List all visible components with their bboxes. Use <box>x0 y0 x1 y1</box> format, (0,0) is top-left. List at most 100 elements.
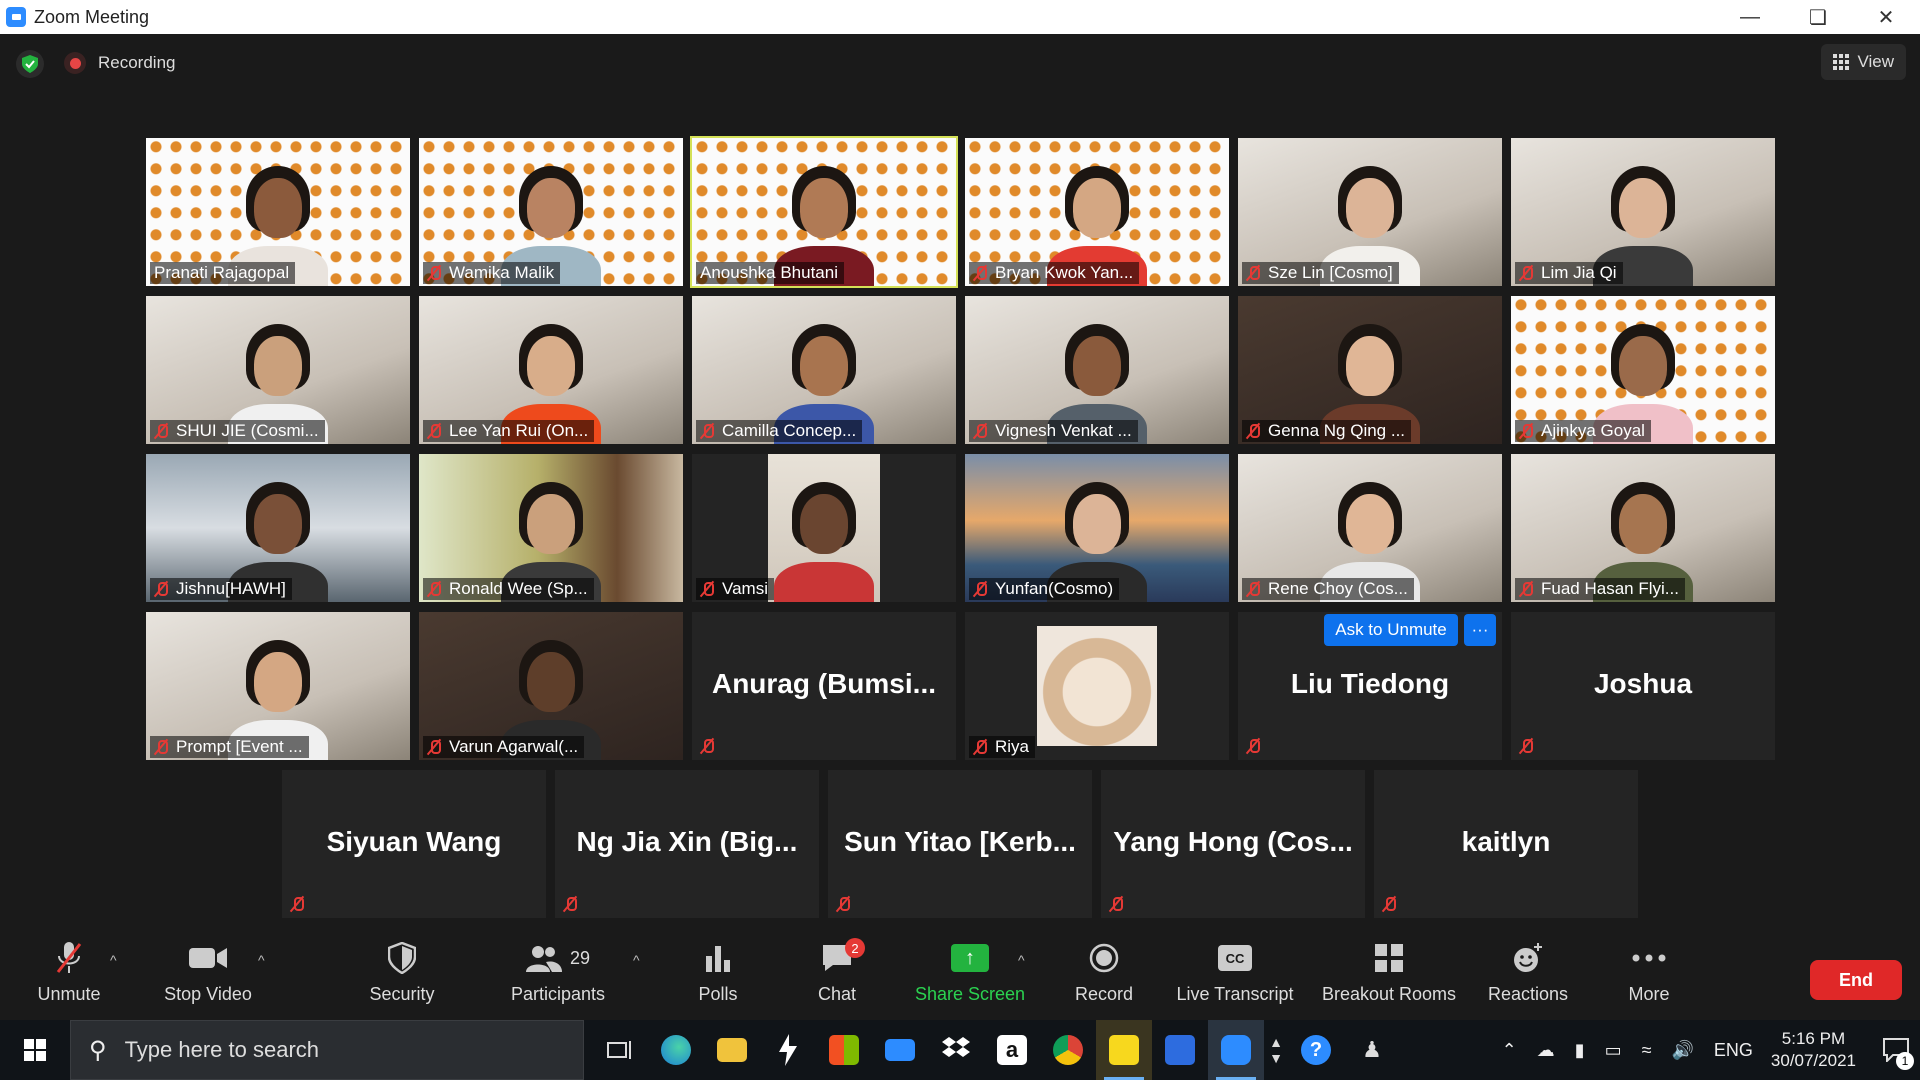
task-view-icon[interactable] <box>592 1020 648 1080</box>
security-shield-icon <box>388 936 416 980</box>
participant-face <box>800 494 848 554</box>
participant-face <box>1619 178 1667 238</box>
participant-video-tile[interactable]: Ronald Wee (Sp... <box>419 454 683 602</box>
share-options-caret-icon[interactable]: ^ <box>1018 952 1025 968</box>
wifi-icon[interactable]: ≈ <box>1642 1040 1652 1061</box>
help-icon[interactable]: ? <box>1288 1020 1344 1080</box>
participant-video-tile[interactable]: Lim Jia Qi <box>1511 138 1775 286</box>
participant-name: Jishnu[HAWH] <box>176 579 286 598</box>
show-hidden-icons-icon[interactable]: ⌃ <box>1502 1040 1517 1061</box>
participant-video-tile[interactable]: Wamika Malik <box>419 138 683 286</box>
dropbox-icon[interactable] <box>928 1020 984 1080</box>
participant-video-tile[interactable]: Yunfan(Cosmo) <box>965 454 1229 602</box>
chat-bubble-icon: 2 <box>821 936 865 980</box>
close-button[interactable]: ✕ <box>1852 0 1920 34</box>
taskbar-clock[interactable]: 5:16 PM 30/07/2021 <box>1771 1028 1856 1072</box>
file-explorer-icon[interactable] <box>704 1020 760 1080</box>
participant-name-label: Vignesh Venkat ... <box>969 420 1138 442</box>
participant-video-tile[interactable]: Lee Yan Rui (On... <box>419 296 683 444</box>
participant-name: Vamsi <box>722 579 768 598</box>
participant-name-tile[interactable]: Ng Jia Xin (Big... <box>555 770 819 918</box>
participant-video-tile[interactable]: Anoushka Bhutani <box>690 136 958 288</box>
microsoft-store-icon[interactable] <box>816 1020 872 1080</box>
participant-video-tile[interactable]: Varun Agarwal(... <box>419 612 683 760</box>
participant-name-label: SHUI JIE (Cosmi... <box>150 420 325 442</box>
start-button[interactable] <box>0 1020 70 1080</box>
participant-video-tile[interactable]: Vignesh Venkat ... <box>965 296 1229 444</box>
participant-video-tile[interactable]: Fuad Hasan Flyi... <box>1511 454 1775 602</box>
zoom-taskbar-icon[interactable] <box>1208 1020 1264 1080</box>
participant-video-tile[interactable]: Jishnu[HAWH] <box>146 454 410 602</box>
participant-name-tile[interactable]: Anurag (Bumsi... <box>692 612 956 760</box>
chat-button[interactable]: 2 Chat <box>812 936 865 1005</box>
participant-name-tile[interactable]: Yang Hong (Cos... <box>1101 770 1365 918</box>
volume-icon[interactable]: 🔊 <box>1671 1040 1693 1061</box>
participant-name: Ronald Wee (Sp... <box>449 579 588 598</box>
language-indicator[interactable]: ENG <box>1714 1040 1753 1061</box>
breakout-rooms-button[interactable]: Breakout Rooms <box>1318 936 1460 1005</box>
grid-view-icon <box>1833 54 1850 70</box>
polls-button[interactable]: Polls <box>690 936 746 1005</box>
amazon-icon[interactable]: a <box>984 1020 1040 1080</box>
record-button[interactable]: Record <box>1072 936 1136 1005</box>
participants-button[interactable]: 29 Participants <box>508 936 608 1005</box>
restore-button[interactable]: ❏ <box>1784 0 1852 34</box>
audio-options-caret-icon[interactable]: ^ <box>110 952 117 968</box>
participant-name-tile[interactable]: Joshua <box>1511 612 1775 760</box>
muted-mic-icon <box>1519 265 1533 281</box>
unmute-button[interactable]: Unmute <box>28 936 110 1005</box>
window-title: Zoom Meeting <box>34 6 150 27</box>
view-button[interactable]: View <box>1821 44 1906 80</box>
participant-name-label: Ajinkya Goyal <box>1515 420 1651 442</box>
edge-browser-icon[interactable] <box>648 1020 704 1080</box>
taskbar-search-box[interactable]: ⚲ Type here to search <box>70 1020 584 1080</box>
clock-time: 5:16 PM <box>1781 1029 1846 1048</box>
participant-name-tile[interactable]: Riya <box>965 612 1229 760</box>
notifications-button[interactable]: 1 <box>1872 1020 1920 1080</box>
participant-video-tile[interactable]: Ajinkya Goyal <box>1511 296 1775 444</box>
participant-video-tile[interactable]: Pranati Rajagopal <box>146 138 410 286</box>
microphone-tray-icon[interactable]: ▮ <box>1575 1040 1585 1061</box>
end-meeting-button[interactable]: End <box>1810 960 1902 1000</box>
participants-options-caret-icon[interactable]: ^ <box>633 952 640 968</box>
muted-mic-icon <box>973 581 987 597</box>
mail-icon[interactable] <box>872 1020 928 1080</box>
stop-video-button[interactable]: Stop Video <box>158 936 258 1005</box>
video-options-caret-icon[interactable]: ^ <box>258 952 265 968</box>
recording-indicator[interactable]: Recording <box>64 52 176 74</box>
participant-video-tile[interactable]: Prompt [Event ... <box>146 612 410 760</box>
participant-video-tile[interactable]: Vamsi <box>692 454 956 602</box>
calendar-icon[interactable] <box>1152 1020 1208 1080</box>
participant-video-tile[interactable]: Sze Lin [Cosmo] <box>1238 138 1502 286</box>
participant-video-tile[interactable]: Bryan Kwok Yan... <box>965 138 1229 286</box>
unmute-label: Unmute <box>37 984 101 1004</box>
participant-video-tile[interactable]: Rene Choy (Cos... <box>1238 454 1502 602</box>
muted-mic-icon <box>427 423 441 439</box>
participant-video-tile[interactable]: Camilla Concep... <box>692 296 956 444</box>
taskbar-overflow-icon[interactable]: ▲ ▼ <box>1264 1020 1288 1080</box>
participant-name-label: Yunfan(Cosmo) <box>969 578 1120 600</box>
live-transcript-button[interactable]: CC Live Transcript <box>1174 936 1296 1005</box>
participant-video-tile[interactable]: Genna Ng Qing ... <box>1238 296 1502 444</box>
more-button[interactable]: More <box>1626 936 1672 1005</box>
participant-name-tile[interactable]: Siyuan Wang <box>282 770 546 918</box>
polls-label: Polls <box>698 984 738 1004</box>
sticky-notes-icon[interactable] <box>1096 1020 1152 1080</box>
share-screen-button[interactable]: ↑ Share Screen <box>914 936 1026 1005</box>
muted-mic-icon <box>1246 738 1260 754</box>
ask-to-unmute-button[interactable]: Ask to Unmute <box>1324 614 1458 646</box>
tile-more-button[interactable]: ··· <box>1464 614 1496 646</box>
participant-name-tile[interactable]: Sun Yitao [Kerb... <box>828 770 1092 918</box>
chrome-icon[interactable] <box>1040 1020 1096 1080</box>
minimize-button[interactable]: — <box>1716 0 1784 34</box>
onedrive-cloud-icon[interactable]: ☁ <box>1537 1040 1555 1061</box>
winamp-icon[interactable] <box>760 1020 816 1080</box>
participant-name-tile[interactable]: kaitlyn <box>1374 770 1638 918</box>
battery-icon[interactable]: ▭ <box>1605 1040 1622 1061</box>
security-button[interactable]: Security <box>362 936 442 1005</box>
participant-video-tile[interactable]: SHUI JIE (Cosmi... <box>146 296 410 444</box>
people-icon[interactable]: ♟ <box>1344 1020 1400 1080</box>
encryption-shield-icon[interactable] <box>16 50 44 78</box>
participant-face <box>1619 494 1667 554</box>
reactions-button[interactable]: Reactions <box>1486 936 1570 1005</box>
